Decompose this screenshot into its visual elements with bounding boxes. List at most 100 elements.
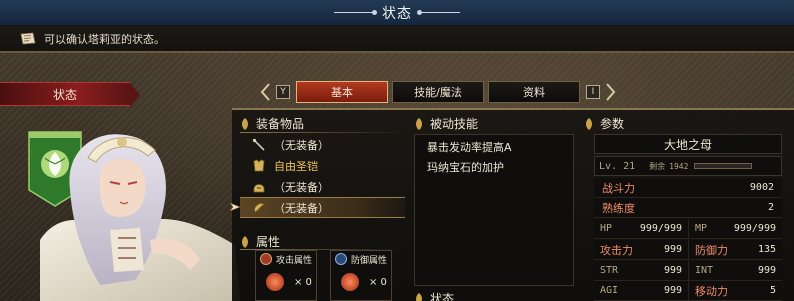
tab-basic-label: 基本	[331, 86, 353, 99]
shield-icon	[335, 253, 347, 265]
fire-gem-icon	[341, 273, 359, 291]
attributes-title: 属性	[240, 233, 280, 250]
character-portrait	[40, 134, 240, 301]
tab-basic[interactable]: 基本	[296, 81, 388, 103]
ornament-icon	[242, 235, 248, 248]
tab-skills-magic[interactable]: 技能/魔法	[392, 81, 484, 103]
help-text: 可以确认塔莉亚的状态。	[44, 32, 165, 46]
state-banner-label: 状态	[52, 87, 77, 102]
hp-mp-row: HP 999/999 MP 999/999	[594, 219, 782, 239]
title-bar: 状态	[0, 0, 794, 26]
move-label: 移动力	[695, 284, 728, 298]
exp-bar	[694, 163, 753, 169]
title-ornament-right	[417, 10, 460, 15]
move-value: 5	[769, 285, 776, 296]
wand-icon	[252, 138, 265, 151]
hp-value: 999/999	[639, 223, 682, 234]
atk-value: 999	[663, 244, 682, 255]
equip-slot-armor-label: 自由圣铠	[274, 159, 318, 173]
atk-cell: 攻击力 999	[594, 240, 688, 260]
mp-value: 999/999	[733, 223, 776, 234]
character-class-name: 大地之母	[594, 134, 782, 154]
passive-skill-item[interactable]: 玛纳宝石的加护	[415, 157, 573, 177]
selection-cursor-icon	[230, 202, 241, 212]
equip-slot-helmet-label: （无装备）	[274, 180, 329, 194]
int-value: 999	[757, 265, 776, 276]
int-cell: INT 999	[688, 261, 782, 281]
exp-remaining-value: 1942	[669, 161, 689, 171]
equip-slot-weapon[interactable]: （无装备）	[240, 134, 405, 155]
proficiency-row: 熟练度 2	[594, 198, 782, 218]
exp-remaining-label: 剩余	[649, 161, 666, 171]
tab-profile[interactable]: 资料	[488, 81, 580, 103]
defense-attribute-row: × 0	[331, 273, 391, 291]
agi-move-row: AGI 999 移动力 5	[594, 281, 782, 301]
agi-value: 999	[663, 285, 682, 296]
mp-label: MP	[695, 223, 708, 234]
chevron-left-icon[interactable]	[260, 82, 270, 102]
title-ornament-left	[334, 10, 377, 15]
equip-slot-helmet[interactable]: （无装备）	[240, 176, 405, 197]
move-cell: 移动力 5	[688, 281, 782, 301]
proficiency-value: 2	[767, 202, 774, 213]
str-value: 999	[663, 265, 682, 276]
defense-attribute-value: × 0	[369, 276, 387, 288]
tab-skills-magic-label: 技能/魔法	[414, 86, 462, 99]
attack-attribute-row: × 0	[256, 273, 316, 291]
defense-attribute-label: 防御属性	[351, 255, 388, 266]
def-cell: 防御力 135	[688, 240, 782, 260]
passive-skill-item[interactable]: 暴击发动率提高A	[415, 137, 573, 157]
combat-power-label: 战斗力	[602, 181, 635, 195]
agi-cell: AGI 999	[594, 281, 688, 301]
ring-icon	[254, 202, 265, 213]
params-title: 参数	[584, 115, 624, 132]
def-label: 防御力	[695, 243, 728, 257]
passive-title-label: 被动技能	[430, 117, 479, 131]
equip-slot-armor[interactable]: 自由圣铠	[240, 155, 405, 176]
equip-slot-accessory-label: （无装备）	[274, 201, 329, 215]
hp-cell: HP 999/999	[594, 219, 688, 239]
defense-attribute-header: 防御属性	[331, 251, 391, 267]
ornament-icon	[242, 117, 248, 130]
equipment-title-label: 装备物品	[256, 117, 305, 131]
state-banner: 状态	[0, 82, 140, 107]
status-title-label: 状态	[430, 292, 455, 301]
chevron-right-icon[interactable]	[606, 82, 616, 102]
defense-attribute-box: 防御属性 × 0	[330, 250, 392, 301]
equipment-divider	[240, 132, 405, 133]
equipment-title: 装备物品	[240, 115, 304, 132]
note-icon	[20, 32, 36, 45]
tab-profile-label: 资料	[523, 86, 545, 99]
hp-label: HP	[600, 223, 613, 234]
equipment-list: （无装备） 自由圣铠 （无装备） （无装备）	[240, 134, 405, 218]
attack-attribute-value: × 0	[294, 276, 312, 288]
combat-power-value: 9002	[749, 182, 774, 193]
helmet-icon	[253, 183, 265, 192]
str-label: STR	[600, 265, 619, 276]
tab-prev-key[interactable]: Y	[276, 85, 290, 99]
status-title: 状态	[414, 290, 454, 301]
ornament-icon	[586, 117, 592, 130]
str-cell: STR 999	[594, 261, 688, 281]
ornament-icon	[416, 292, 422, 301]
combat-power-row: 战斗力 9002	[594, 178, 782, 198]
attack-attribute-label: 攻击属性	[276, 255, 313, 266]
proficiency-label: 熟练度	[602, 201, 635, 215]
equip-slot-weapon-label: （无装备）	[274, 138, 329, 152]
mp-cell: MP 999/999	[688, 219, 782, 239]
tab-next-key[interactable]: I	[586, 85, 600, 99]
fire-gem-icon	[266, 273, 284, 291]
str-int-row: STR 999 INT 999	[594, 261, 782, 281]
agi-label: AGI	[600, 285, 619, 296]
def-value: 135	[757, 244, 776, 255]
int-label: INT	[695, 265, 714, 276]
sword-icon	[260, 253, 272, 265]
ornament-icon	[416, 117, 422, 130]
armor-icon	[253, 159, 265, 171]
help-bar: 可以确认塔莉亚的状态。	[0, 26, 794, 53]
passive-skill-list: 暴击发动率提高A 玛纳宝石的加护	[414, 134, 574, 286]
equip-slot-accessory[interactable]: （无装备）	[240, 197, 405, 218]
level-row: Lv. 21 剩余 1942	[594, 156, 782, 176]
attack-attribute-header: 攻击属性	[256, 251, 316, 267]
window-title: 状态	[382, 5, 412, 22]
